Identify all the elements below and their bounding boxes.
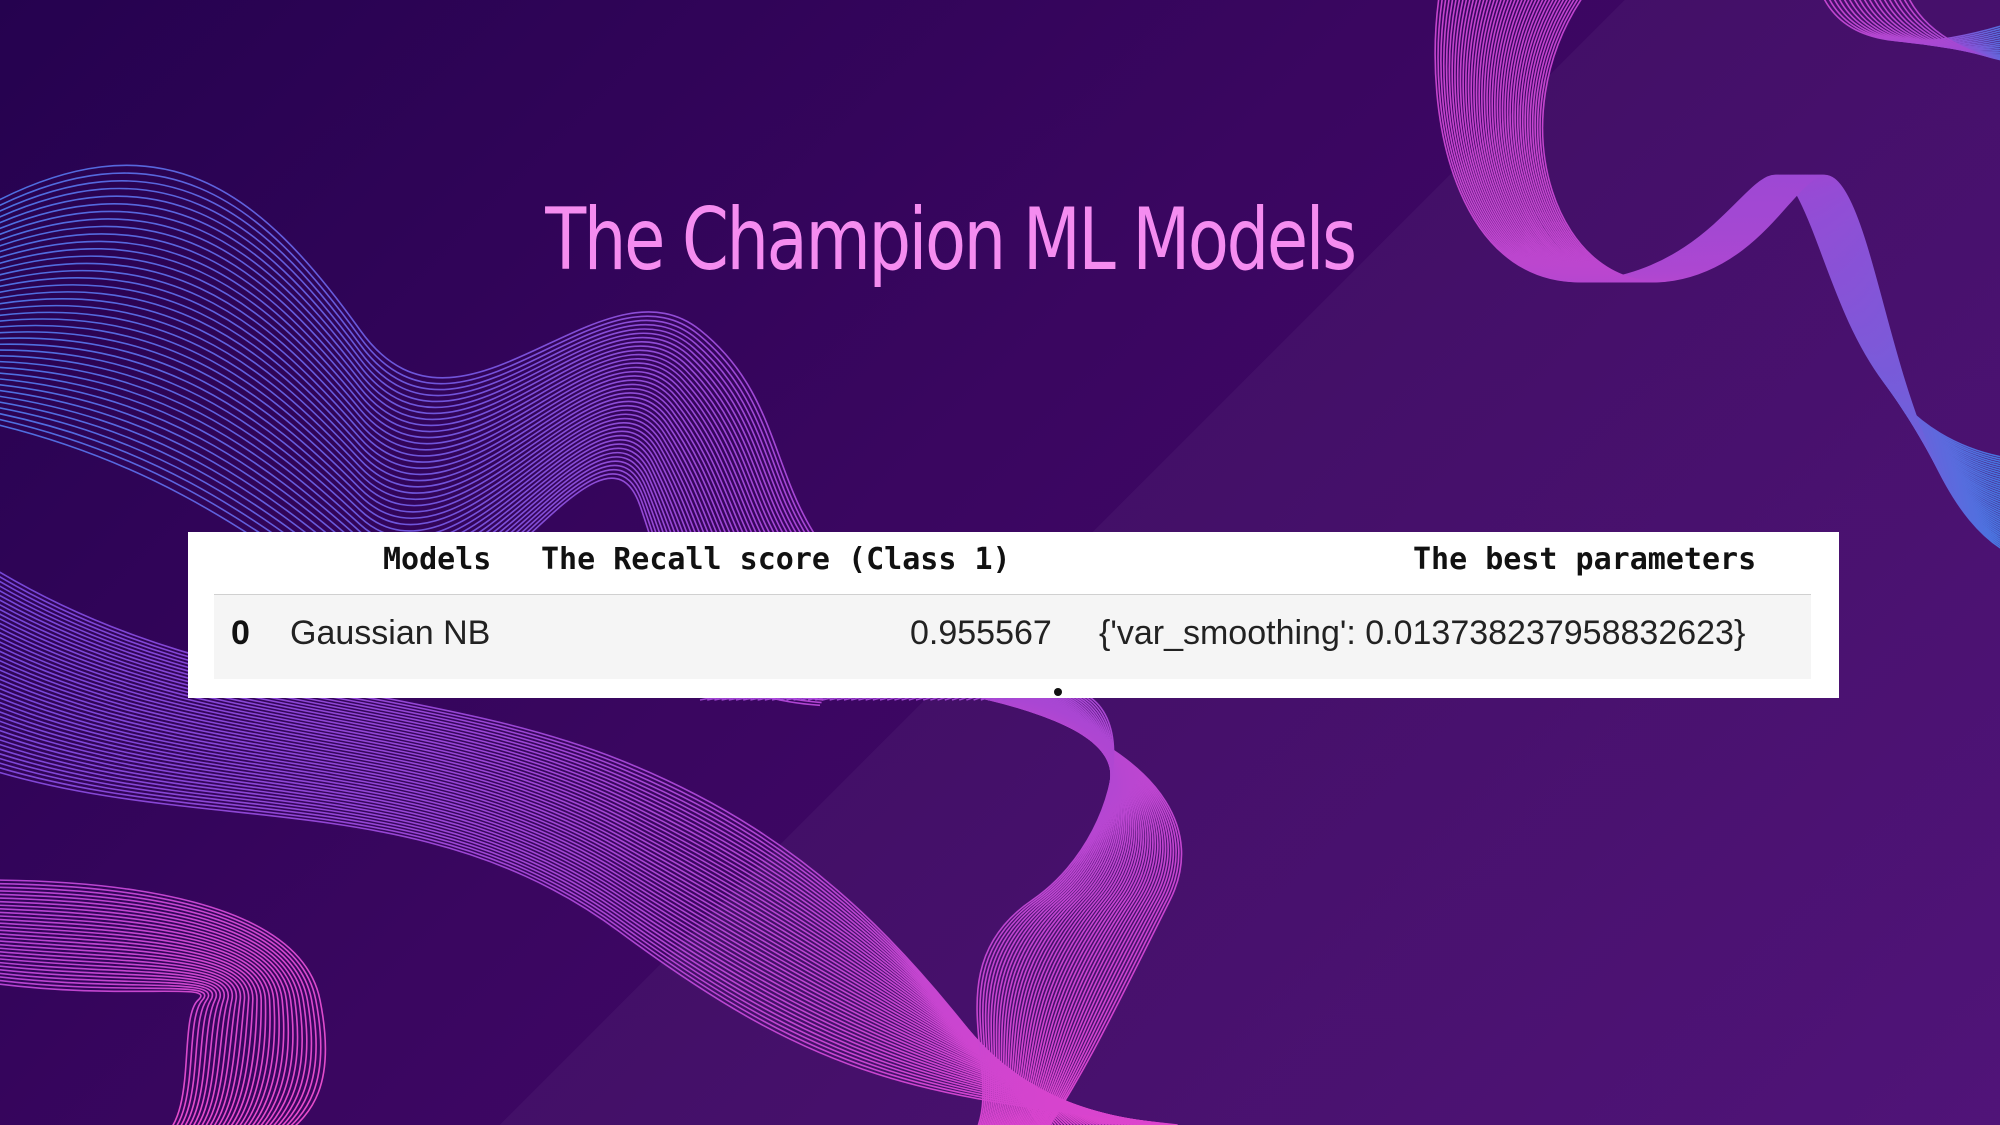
stray-dot [1054,688,1062,696]
wave-line [0,922,271,1125]
wave-line [0,983,202,1125]
header-recall-score: The Recall score (Class 1) [541,542,1011,577]
cell-recall-value: 0.955567 [910,614,1052,652]
wave-line [0,976,210,1125]
cell-best-parameters: {'var_smoothing': 0.013738237958832623} [1099,614,1746,652]
header-best-parameters: The best parameters [1413,542,1757,577]
row-index: 0 [231,614,250,652]
cell-model-name: Gaussian NB [290,614,491,652]
wave-line [0,979,206,1125]
wave-corner-decoration [0,879,327,1125]
results-table: Models The Recall score (Class 1) The be… [188,532,1839,698]
header-models: Models [383,542,492,577]
slide: The Champion ML Models Models The Recall… [0,0,2000,1125]
slide-title: The Champion ML Models [545,190,1357,290]
